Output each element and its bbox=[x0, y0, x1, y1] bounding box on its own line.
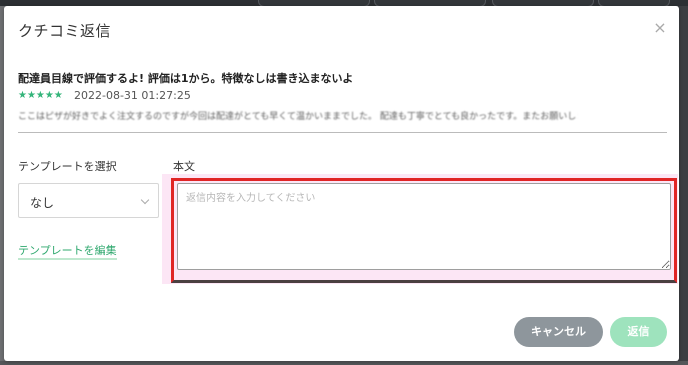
cancel-button[interactable]: キャンセル bbox=[514, 317, 603, 347]
send-button[interactable]: 返信 bbox=[610, 317, 667, 347]
divider bbox=[18, 132, 667, 133]
background-footer bbox=[0, 361, 688, 365]
template-select[interactable]: なし bbox=[18, 183, 159, 218]
star-rating-icon: ★★★★★ bbox=[18, 90, 63, 101]
reply-textarea[interactable] bbox=[177, 183, 671, 270]
chevron-down-icon bbox=[140, 195, 150, 205]
background-panel bbox=[678, 6, 688, 365]
review-body: ここはピザが好きでよく注文するのですが今回は配達がとても早くて温かいままでした。… bbox=[18, 112, 578, 122]
dialog-title: クチコミ返信 bbox=[18, 22, 112, 40]
edit-template-link[interactable]: テンプレートを編集 bbox=[18, 242, 117, 260]
review-title: 配達員目線で評価するよ! 評価は1から。特徴なしは書き込まないよ bbox=[18, 72, 354, 85]
close-icon[interactable]: × bbox=[652, 20, 668, 36]
template-select-value: なし bbox=[30, 196, 55, 210]
review-reply-dialog: クチコミ返信 × 配達員目線で評価するよ! 評価は1から。特徴なしは書き込まない… bbox=[4, 6, 679, 361]
review-date: 2022-08-31 01:27:25 bbox=[74, 89, 191, 102]
body-label: 本文 bbox=[173, 160, 195, 173]
template-label: テンプレートを選択 bbox=[18, 160, 117, 173]
